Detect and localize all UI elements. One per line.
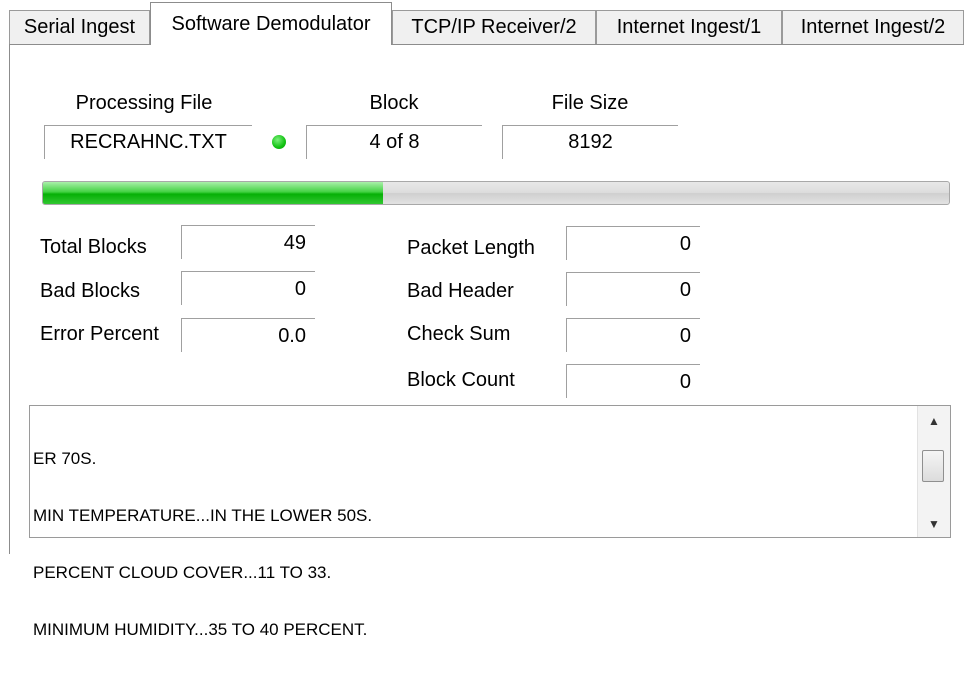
vertical-scrollbar[interactable]: ▲ ▼ [917,406,950,537]
file-size-value: 8192 [502,125,678,159]
packet-length-label: Packet Length [407,237,535,259]
block-header: Block [369,92,419,114]
bad-header-value: 0 [566,272,700,306]
check-sum-label: Check Sum [407,323,511,345]
total-blocks-value: 49 [181,225,315,259]
scroll-up-icon[interactable]: ▲ [918,410,950,432]
log-line: MINIMUM HUMIDITY...35 TO 40 PERCENT. [33,620,368,639]
tab-software-demodulator[interactable]: Software Demodulator [150,2,392,45]
tab-tcpip-receiver-2[interactable]: TCP/IP Receiver/2 [392,10,596,44]
error-percent-label: Error Percent [40,323,159,345]
processing-file-header: Processing File [75,92,213,114]
bad-blocks-value: 0 [181,271,315,305]
block-value: 4 of 8 [306,125,482,159]
panel-border [9,44,10,554]
block-count-label: Block Count [407,369,515,391]
log-line: ER 70S. [33,449,97,468]
packet-length-value: 0 [566,226,700,260]
status-led-icon [272,135,286,149]
check-sum-value: 0 [566,318,700,352]
file-size-header: File Size [551,92,629,114]
progress-bar [42,181,950,205]
scroll-down-icon[interactable]: ▼ [918,513,950,535]
bad-header-label: Bad Header [407,280,514,302]
log-text: ER 70S. MIN TEMPERATURE...IN THE LOWER 5… [33,411,914,677]
progress-bar-fill [43,182,383,204]
error-percent-value: 0.0 [181,318,315,352]
scroll-thumb[interactable] [922,450,944,482]
log-line: PERCENT CLOUD COVER...11 TO 33. [33,563,332,582]
block-count-value: 0 [566,364,700,398]
log-textbox[interactable]: ER 70S. MIN TEMPERATURE...IN THE LOWER 5… [29,405,951,639]
total-blocks-label: Total Blocks [40,236,147,258]
log-line: MIN TEMPERATURE...IN THE LOWER 50S. [33,506,373,525]
tab-internet-ingest-1[interactable]: Internet Ingest/1 [596,10,782,44]
tab-serial-ingest[interactable]: Serial Ingest [9,10,150,44]
bad-blocks-label: Bad Blocks [40,280,141,302]
tab-internet-ingest-2[interactable]: Internet Ingest/2 [782,10,964,44]
processing-file-value: RECRAHNC.TXT [44,125,252,159]
